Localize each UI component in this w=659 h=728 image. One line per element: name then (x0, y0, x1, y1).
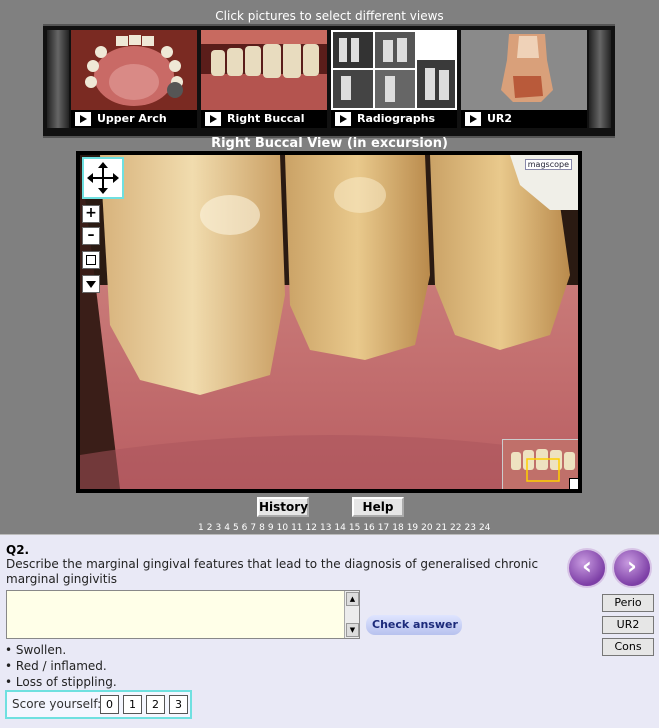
thumbnail-label: Radiographs (357, 112, 436, 125)
page-link[interactable]: 9 (268, 523, 274, 533)
zoom-in-button[interactable]: + (82, 205, 100, 223)
page-link[interactable]: 15 (349, 523, 360, 533)
ur2-button[interactable]: UR2 (602, 616, 654, 634)
answer-point: • Red / inflamed. (5, 659, 107, 673)
next-button[interactable]: › (612, 548, 652, 588)
thumbnail-label: Upper Arch (97, 112, 167, 125)
instruction-text: Click pictures to select different views (215, 9, 444, 23)
model-answer-list: • Swollen. • Red / inflamed. • Loss of s… (5, 642, 117, 690)
square-icon (86, 255, 96, 265)
move-arrows-icon[interactable] (82, 157, 124, 199)
thumbnail-strip: Upper Arch Right Buccal Radiographs UR2 (43, 24, 615, 138)
thumbnail-radiographs[interactable]: Radiographs (331, 30, 457, 128)
ur2-image (461, 30, 587, 110)
page-link[interactable]: 11 (291, 523, 302, 533)
thumbnail-label: Right Buccal (227, 112, 305, 125)
play-icon (75, 112, 91, 126)
page-link[interactable]: 10 (277, 523, 288, 533)
score-button-1[interactable]: 1 (123, 695, 142, 714)
page-link[interactable]: 23 (465, 523, 476, 533)
view-title: Right Buccal View (in excursion) (211, 136, 448, 151)
pan-icon (87, 162, 119, 194)
thumbnail-caption: Upper Arch (71, 110, 197, 128)
page-link[interactable]: 22 (450, 523, 461, 533)
magscope-logo: magscope (524, 159, 572, 170)
thumbnail-label: UR2 (487, 112, 513, 125)
answer-point: • Loss of stippling. (5, 675, 117, 689)
thumbnail-caption: Right Buccal (201, 110, 327, 128)
page-link[interactable]: 24 (479, 523, 490, 533)
previous-button[interactable]: ‹ (567, 548, 607, 588)
strip-left-end (47, 30, 69, 128)
page-link[interactable]: 14 (334, 523, 345, 533)
play-icon (465, 112, 481, 126)
thumbnail-upper-arch[interactable]: Upper Arch (71, 30, 197, 128)
radiographs-image (331, 30, 457, 110)
thumbnail-right-buccal[interactable]: Right Buccal (201, 30, 327, 128)
strip-right-end (589, 30, 611, 128)
dropdown-arrow-icon (86, 281, 96, 288)
thumbnail-ur2[interactable]: UR2 (461, 30, 587, 128)
question-text: Describe the marginal gingival features … (6, 557, 539, 586)
score-label: Score yourself: (12, 697, 102, 711)
thumbnail-caption: Radiographs (331, 110, 457, 128)
navigator-image (503, 440, 578, 489)
chevron-left-icon: ‹ (582, 552, 592, 580)
score-yourself-box: Score yourself: 0 1 2 3 (5, 690, 192, 719)
help-button[interactable]: Help (352, 497, 404, 517)
upper-arch-image (71, 30, 197, 110)
page-link[interactable]: 1 (198, 523, 204, 533)
page-link[interactable]: 4 (224, 523, 230, 533)
score-button-0[interactable]: 0 (100, 695, 119, 714)
question-panel: Q2. Describe the marginal gingival featu… (0, 534, 659, 728)
play-icon (335, 112, 351, 126)
question-number: Q2. (6, 543, 30, 557)
page-link[interactable]: 8 (259, 523, 265, 533)
page-link[interactable]: 3 (215, 523, 221, 533)
check-answer-button[interactable]: Check answer (366, 615, 462, 635)
score-button-2[interactable]: 2 (146, 695, 165, 714)
page-number-list: 1 2 3 4 5 6 7 8 9 10 11 12 13 14 15 16 17 18 19 20 21 22 23 24 (198, 523, 493, 533)
navigator-thumbnail[interactable] (502, 439, 578, 489)
history-button[interactable]: History (257, 497, 309, 517)
right-buccal-image (201, 30, 327, 110)
score-button-3[interactable]: 3 (169, 695, 188, 714)
page-link[interactable]: 6 (242, 523, 248, 533)
page-link[interactable]: 19 (407, 523, 418, 533)
image-viewer[interactable]: + – magscope (76, 151, 582, 493)
page-link[interactable]: 18 (392, 523, 403, 533)
thumbnail-caption: UR2 (461, 110, 587, 128)
scroll-up-icon[interactable]: ▲ (346, 592, 359, 606)
page-link[interactable]: 5 (233, 523, 239, 533)
answer-point: • Swollen. (5, 643, 67, 657)
page-link[interactable]: 21 (436, 523, 447, 533)
scroll-down-icon[interactable]: ▼ (346, 623, 359, 637)
page-link[interactable]: 12 (306, 523, 317, 533)
answer-textarea[interactable]: ▲ ▼ (6, 590, 360, 639)
resize-corner-icon[interactable] (569, 478, 578, 489)
page-link[interactable]: 17 (378, 523, 389, 533)
page-link[interactable]: 2 (207, 523, 213, 533)
fit-view-button[interactable] (82, 251, 100, 269)
page-link[interactable]: 16 (363, 523, 374, 533)
chevron-right-icon: › (627, 552, 637, 580)
page-link[interactable]: 7 (250, 523, 256, 533)
answer-scrollbar[interactable]: ▲ ▼ (344, 591, 359, 638)
play-icon (205, 112, 221, 126)
options-dropdown-button[interactable] (82, 275, 100, 293)
cons-button[interactable]: Cons (602, 638, 654, 656)
perio-button[interactable]: Perio (602, 594, 654, 612)
page-link[interactable]: 20 (421, 523, 432, 533)
zoom-out-button[interactable]: – (82, 227, 100, 245)
page-link[interactable]: 13 (320, 523, 331, 533)
main-clinical-image[interactable]: + – magscope (80, 155, 578, 489)
